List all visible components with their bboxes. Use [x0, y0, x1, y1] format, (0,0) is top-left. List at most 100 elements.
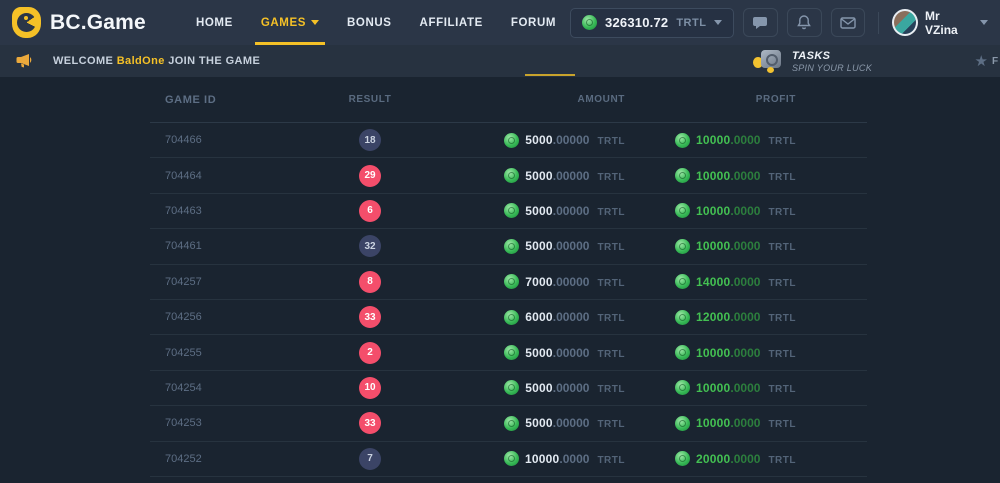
balance-selector[interactable]: 326310.72 TRTL	[570, 8, 734, 38]
tasks-widget[interactable]: TASKS SPIN YOUR LUCK	[753, 49, 872, 73]
table-row[interactable]: 704254 10 5000.00000TRTL 10000.0000TRTL	[150, 371, 867, 406]
amount-currency: TRTL	[597, 207, 625, 218]
amount-cell: 5000.00000TRTL	[445, 414, 625, 432]
amount-int: 5000	[525, 346, 553, 360]
trtl-coin-icon	[582, 15, 597, 30]
balance-currency: TRTL	[676, 17, 706, 29]
col-header-result: RESULT	[295, 94, 445, 105]
result-badge: 2	[359, 342, 381, 364]
result-badge: 8	[359, 271, 381, 293]
amount-cell: 5000.00000TRTL	[445, 202, 625, 220]
amount-dec: .00000	[553, 416, 590, 430]
profit-currency: TRTL	[768, 384, 796, 395]
bcgame-logo[interactable]: BC.Game	[12, 7, 146, 38]
profit-currency: TRTL	[768, 242, 796, 253]
profit-cell: 10000.0000TRTL	[625, 167, 796, 185]
profit-currency: TRTL	[768, 136, 796, 147]
amount-currency: TRTL	[597, 419, 625, 430]
profit-int: 10000	[696, 416, 730, 430]
profit-int: 10000	[696, 204, 730, 218]
table-row[interactable]: 704461 32 5000.00000TRTL 10000.0000TRTL	[150, 229, 867, 264]
trtl-coin-icon	[504, 168, 519, 183]
amount-cell: 6000.00000TRTL	[445, 308, 625, 326]
table-row[interactable]: 704464 29 5000.00000TRTL 10000.0000TRTL	[150, 158, 867, 193]
result-badge: 29	[359, 165, 381, 187]
profit-int: 20000	[696, 452, 730, 466]
profit-dec: .0000	[730, 310, 760, 324]
nav-affiliate[interactable]: AFFILIATE	[406, 0, 497, 45]
messages-button[interactable]	[831, 8, 866, 37]
amount-dec: .00000	[553, 310, 590, 324]
result-badge: 32	[359, 235, 381, 257]
table-row[interactable]: 704255 2 5000.00000TRTL 10000.0000TRTL	[150, 335, 867, 370]
profit-dec: .0000	[730, 346, 760, 360]
table-body: 704466 18 5000.00000TRTL 10000.0000TRTL …	[150, 123, 867, 477]
trtl-coin-icon	[504, 239, 519, 254]
result-badge: 7	[359, 448, 381, 470]
bcgame-logo-icon	[12, 7, 41, 38]
game-id-cell: 704254	[150, 382, 295, 394]
trtl-coin-icon	[504, 451, 519, 466]
col-header-amount: AMOUNT	[445, 94, 625, 105]
tasks-title: TASKS	[792, 50, 872, 62]
trtl-coin-icon	[675, 133, 690, 148]
nav-home[interactable]: HOME	[182, 0, 247, 45]
table-row[interactable]: 704253 33 5000.00000TRTL 10000.0000TRTL	[150, 406, 867, 441]
profit-currency: TRTL	[768, 419, 796, 430]
amount-cell: 5000.00000TRTL	[445, 167, 625, 185]
nav-games[interactable]: GAMES	[247, 0, 333, 45]
chat-button[interactable]	[743, 8, 778, 37]
announcement-bar: WELCOME BaldOne JOIN THE GAME TASKS SPIN…	[0, 45, 1000, 77]
balance-value: 326310.72	[605, 15, 668, 30]
amount-int: 5000	[525, 381, 553, 395]
amount-cell: 7000.00000TRTL	[445, 273, 625, 291]
user-menu[interactable]: Mr VZina	[892, 9, 988, 37]
username-highlight: BaldOne	[117, 55, 165, 67]
profit-cell: 10000.0000TRTL	[625, 131, 796, 149]
col-header-profit: PROFIT	[625, 94, 796, 105]
table-row[interactable]: 704252 7 10000.0000TRTL 20000.0000TRTL	[150, 442, 867, 477]
table-row[interactable]: 704257 8 7000.00000TRTL 14000.0000TRTL	[150, 265, 867, 300]
amount-cell: 5000.00000TRTL	[445, 344, 625, 362]
game-id-cell: 704464	[150, 170, 295, 182]
nav-bonus[interactable]: BONUS	[333, 0, 406, 45]
trtl-coin-icon	[675, 416, 690, 431]
profit-currency: TRTL	[768, 313, 796, 324]
amount-int: 5000	[525, 133, 553, 147]
profit-dec: .0000	[730, 275, 760, 289]
top-header: BC.Game HOME GAMES BONUS AFFILIATE FORUM…	[0, 0, 1000, 45]
profit-int: 12000	[696, 310, 730, 324]
result-badge: 10	[359, 377, 381, 399]
amount-currency: TRTL	[597, 349, 625, 360]
game-id-cell: 704255	[150, 347, 295, 359]
notifications-button[interactable]	[787, 8, 822, 37]
trtl-coin-icon	[504, 345, 519, 360]
col-header-game-id: GAME ID	[150, 94, 295, 106]
favorites-toggle[interactable]: ★ F	[975, 52, 998, 70]
amount-cell: 5000.00000TRTL	[445, 131, 625, 149]
profit-int: 10000	[696, 133, 730, 147]
game-id-cell: 704461	[150, 240, 295, 252]
profit-int: 10000	[696, 239, 730, 253]
profit-cell: 10000.0000TRTL	[625, 344, 796, 362]
result-badge: 18	[359, 129, 381, 151]
table-row[interactable]: 704256 33 6000.00000TRTL 12000.0000TRTL	[150, 300, 867, 335]
amount-currency: TRTL	[597, 455, 625, 466]
mail-icon	[840, 17, 856, 29]
amount-cell: 10000.0000TRTL	[445, 450, 625, 468]
trtl-coin-icon	[504, 203, 519, 218]
logo-text: BC.Game	[50, 11, 146, 35]
amount-int: 5000	[525, 204, 553, 218]
tasks-subtitle: SPIN YOUR LUCK	[792, 63, 872, 73]
amount-dec: .00000	[553, 275, 590, 289]
table-row[interactable]: 704463 6 5000.00000TRTL 10000.0000TRTL	[150, 194, 867, 229]
table-row[interactable]: 704466 18 5000.00000TRTL 10000.0000TRTL	[150, 123, 867, 158]
header-divider	[878, 12, 879, 34]
game-id-cell: 704257	[150, 276, 295, 288]
profit-int: 10000	[696, 381, 730, 395]
amount-currency: TRTL	[597, 172, 625, 183]
amount-int: 10000	[525, 452, 559, 466]
amount-int: 7000	[525, 275, 553, 289]
nav-forum[interactable]: FORUM	[497, 0, 570, 45]
profit-cell: 12000.0000 TRTL	[625, 308, 796, 326]
